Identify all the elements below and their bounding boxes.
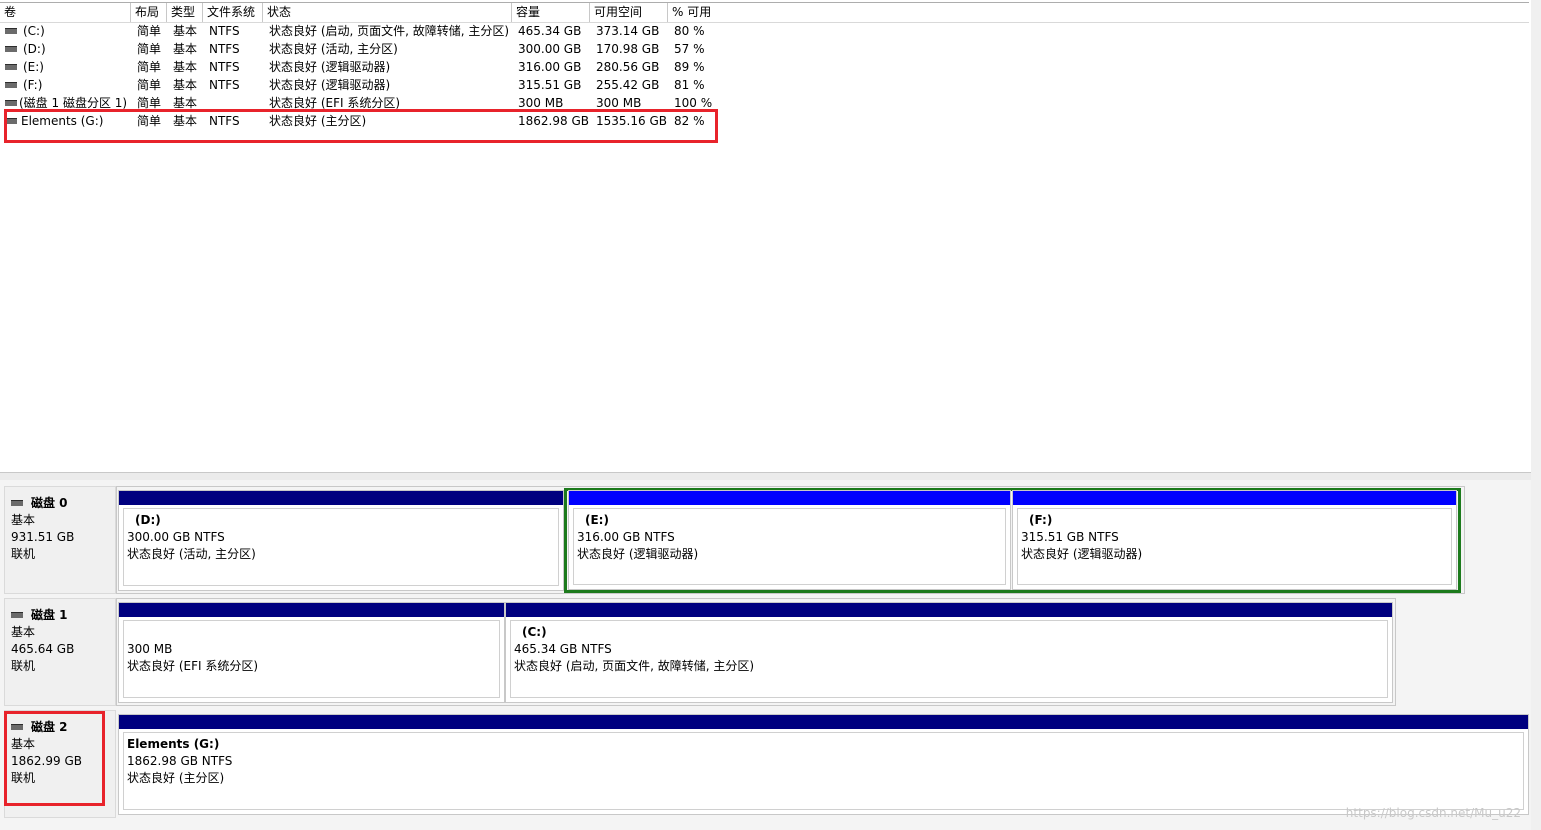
cell-volume: (磁盘 1 磁盘分区 1) [19,96,128,110]
partition-status: 状态良好 (逻辑驱动器) [577,547,699,561]
partition-status: 状态良好 (主分区) [127,771,225,785]
cell-free-space: 280.56 GB [596,60,660,74]
pane-splitter[interactable] [0,473,1531,480]
disk-icon [11,499,23,506]
disk-name: 磁盘 1 [31,608,68,622]
cell-status: 状态良好 (逻辑驱动器) [269,60,391,74]
disk-type: 基本 [11,625,36,639]
cell-status: 状态良好 (逻辑驱动器) [269,78,391,92]
disk-size: 465.64 GB [11,642,75,656]
disk-name: 磁盘 0 [31,496,68,510]
vertical-scrollbar[interactable] [1531,0,1541,830]
cell-volume: (D:) [23,42,46,56]
partition-status: 状态良好 (启动, 页面文件, 故障转储, 主分区) [514,659,755,673]
cell-capacity: 316.00 GB [518,60,582,74]
cell-type: 基本 [173,78,198,92]
cell-type: 基本 [173,60,198,74]
table-row[interactable]: (D:) 简单 基本 NTFS 状态良好 (活动, 主分区) 300.00 GB… [0,40,1529,58]
cell-layout: 简单 [137,78,162,92]
disk-type: 基本 [11,513,36,527]
partition-e[interactable]: (E:) 316.00 GB NTFS 状态良好 (逻辑驱动器) [568,490,1011,590]
cell-filesystem: NTFS [209,60,240,74]
col-header-capacity[interactable]: 容量 [512,3,590,22]
disk-state: 联机 [11,659,36,673]
disk-label-1[interactable]: 磁盘 1 基本 465.64 GB 联机 [4,598,116,706]
partition-bar [119,491,563,505]
partition-name: (D:) [135,513,161,527]
disk-graphic-pane: 磁盘 0 基本 931.51 GB 联机 (D:) 300.00 GB NTFS… [0,480,1531,830]
partition-bar [506,603,1392,617]
disk-label-0[interactable]: 磁盘 0 基本 931.51 GB 联机 [4,486,116,594]
cell-type: 基本 [173,24,198,38]
watermark: https://blog.csdn.net/Mu_u22 [1345,806,1521,820]
cell-layout: 简单 [137,24,162,38]
cell-volume: (C:) [23,24,45,38]
partition-size: 315.51 GB NTFS [1021,530,1119,544]
col-header-status[interactable]: 状态 [263,3,512,22]
cell-type: 基本 [173,42,198,56]
table-row[interactable]: (E:) 简单 基本 NTFS 状态良好 (逻辑驱动器) 316.00 GB 2… [0,58,1529,76]
cell-status: 状态良好 (启动, 页面文件, 故障转储, 主分区) [269,24,510,38]
cell-percent-free: 89 % [674,60,705,74]
volume-list-pane: 卷 布局 类型 文件系统 状态 容量 可用空间 % 可用 (C:) 简单 基本 … [0,0,1532,473]
drive-icon [5,99,17,106]
disk-size: 931.51 GB [11,530,75,544]
partition-size: 300 MB [127,642,173,656]
cell-percent-free: 80 % [674,24,705,38]
partition-name: (E:) [585,513,609,527]
partition-status: 状态良好 (EFI 系统分区) [127,659,259,673]
cell-layout: 简单 [137,42,162,56]
drive-icon [5,63,17,70]
partition-bar [1013,491,1456,505]
partition-size: 1862.98 GB NTFS [127,754,233,768]
drive-icon [5,45,17,52]
cell-status: 状态良好 (活动, 主分区) [269,42,398,56]
cell-capacity: 465.34 GB [518,24,582,38]
col-header-filesystem[interactable]: 文件系统 [203,3,263,22]
partition-name: Elements (G:) [127,737,220,751]
drive-icon [5,81,17,88]
col-header-free-space[interactable]: 可用空间 [590,3,668,22]
col-header-percent-free[interactable]: % 可用 [668,3,1529,22]
cell-volume: (F:) [23,78,43,92]
cell-percent-free: 57 % [674,42,705,56]
column-header-row: 卷 布局 类型 文件系统 状态 容量 可用空间 % 可用 [0,2,1529,23]
partition-f[interactable]: (F:) 315.51 GB NTFS 状态良好 (逻辑驱动器) [1012,490,1457,590]
table-row[interactable]: (F:) 简单 基本 NTFS 状态良好 (逻辑驱动器) 315.51 GB 2… [0,76,1529,94]
table-row[interactable]: (C:) 简单 基本 NTFS 状态良好 (启动, 页面文件, 故障转储, 主分… [0,22,1529,40]
col-header-type[interactable]: 类型 [167,3,203,22]
partition-status: 状态良好 (逻辑驱动器) [1021,547,1143,561]
partition-bar [569,491,1010,505]
cell-capacity: 300.00 GB [518,42,582,56]
disk-icon [11,611,23,618]
cell-filesystem: NTFS [209,42,240,56]
disk-state: 联机 [11,547,36,561]
cell-filesystem: NTFS [209,78,240,92]
cell-free-space: 255.42 GB [596,78,660,92]
cell-layout: 简单 [137,60,162,74]
partition-efi[interactable]: 300 MB 状态良好 (EFI 系统分区) [118,602,505,703]
partition-bar [119,715,1528,729]
partition-size: 300.00 GB NTFS [127,530,225,544]
partition-g[interactable]: Elements (G:) 1862.98 GB NTFS 状态良好 (主分区) [118,714,1529,815]
partition-name: (C:) [522,625,547,639]
cell-free-space: 170.98 GB [596,42,660,56]
cell-volume: (E:) [23,60,44,74]
partition-size: 316.00 GB NTFS [577,530,675,544]
partition-d[interactable]: (D:) 300.00 GB NTFS 状态良好 (活动, 主分区) [118,490,564,591]
partition-name: (F:) [1029,513,1053,527]
col-header-volume[interactable]: 卷 [0,3,131,22]
cell-percent-free: 81 % [674,78,705,92]
partition-bar [119,603,504,617]
col-header-layout[interactable]: 布局 [131,3,167,22]
highlight-box-disk-2 [4,711,105,806]
cell-filesystem: NTFS [209,24,240,38]
cell-capacity: 315.51 GB [518,78,582,92]
partition-status: 状态良好 (活动, 主分区) [127,547,256,561]
highlight-box-elements-row [4,109,718,143]
cell-free-space: 373.14 GB [596,24,660,38]
partition-size: 465.34 GB NTFS [514,642,612,656]
drive-icon [5,27,17,34]
partition-c[interactable]: (C:) 465.34 GB NTFS 状态良好 (启动, 页面文件, 故障转储… [505,602,1393,703]
